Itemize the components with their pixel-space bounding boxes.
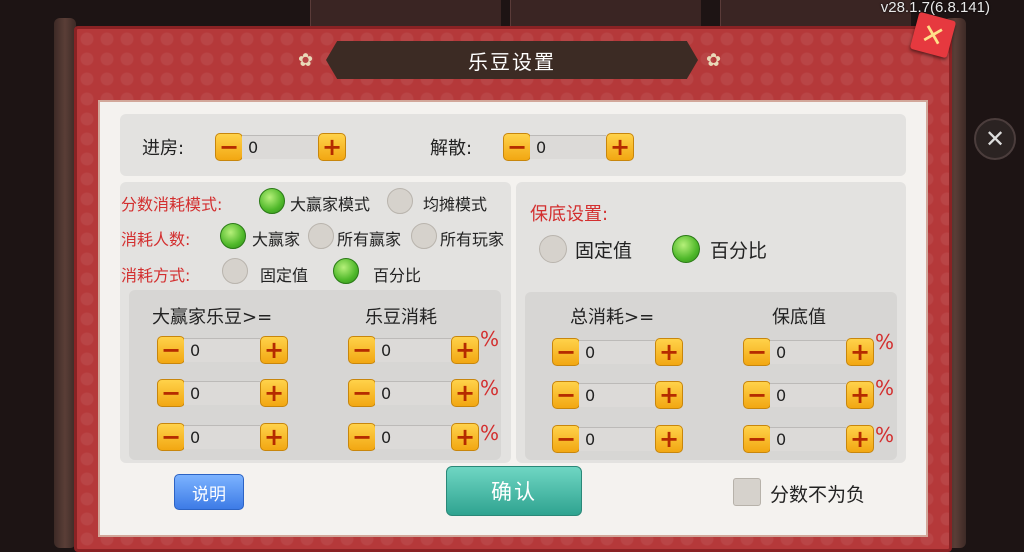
- score-mode-radio-winner[interactable]: [259, 188, 285, 214]
- dismiss-value-field[interactable]: 0: [530, 135, 606, 159]
- threshold-field[interactable]: 0: [184, 425, 260, 449]
- guarantee-radio-fixed[interactable]: [539, 235, 567, 263]
- close-icon: ✕: [917, 16, 949, 54]
- floor-field[interactable]: 0: [770, 340, 846, 364]
- score-mode-option-split: 均摊模式: [423, 195, 488, 214]
- percent-sign: %: [875, 376, 895, 400]
- percent-sign: %: [480, 421, 500, 445]
- confirm-button[interactable]: 确认: [446, 466, 582, 516]
- dismiss-label: 解散:: [430, 138, 473, 159]
- plus-button[interactable]: +: [451, 379, 479, 407]
- title-ornament-left-icon: ✿: [298, 50, 314, 71]
- count-option-all-winners: 所有赢家: [337, 230, 402, 249]
- plus-button[interactable]: +: [260, 423, 288, 451]
- total-field[interactable]: 0: [579, 340, 655, 364]
- plus-button[interactable]: +: [846, 338, 874, 366]
- count-label: 消耗人数:: [121, 230, 191, 249]
- threshold-field[interactable]: 0: [184, 381, 260, 405]
- plus-button[interactable]: +: [260, 379, 288, 407]
- total-field[interactable]: 0: [579, 383, 655, 407]
- minus-button[interactable]: −: [743, 425, 771, 453]
- method-option-percent: 百分比: [373, 266, 422, 285]
- floor-field[interactable]: 0: [770, 427, 846, 451]
- minus-button[interactable]: −: [157, 423, 185, 451]
- floor-field[interactable]: 0: [770, 383, 846, 407]
- enter-value-field[interactable]: 0: [242, 135, 318, 159]
- dismiss-minus-button[interactable]: −: [503, 133, 531, 161]
- scroll-roll-left: [54, 18, 76, 548]
- guarantee-label: 保底设置:: [530, 204, 609, 225]
- plus-button[interactable]: +: [451, 423, 479, 451]
- score-mode-label: 分数消耗模式:: [121, 195, 223, 214]
- background-close-icon[interactable]: ✕: [974, 118, 1016, 160]
- minus-button[interactable]: −: [157, 379, 185, 407]
- count-radio-winner[interactable]: [220, 223, 246, 249]
- minus-button[interactable]: −: [552, 425, 580, 453]
- guarantee-radio-percent[interactable]: [672, 235, 700, 263]
- col-header-total-cost: 总消耗>=: [570, 307, 655, 328]
- method-radio-percent[interactable]: [333, 258, 359, 284]
- minus-button[interactable]: −: [348, 423, 376, 451]
- plus-button[interactable]: +: [260, 336, 288, 364]
- minus-button[interactable]: −: [743, 338, 771, 366]
- plus-button[interactable]: +: [655, 381, 683, 409]
- total-field[interactable]: 0: [579, 427, 655, 451]
- method-label: 消耗方式:: [121, 266, 191, 285]
- threshold-field[interactable]: 0: [184, 338, 260, 362]
- percent-sign: %: [875, 330, 895, 354]
- method-radio-fixed[interactable]: [222, 258, 248, 284]
- enter-plus-button[interactable]: +: [318, 133, 346, 161]
- cost-field[interactable]: 0: [375, 381, 451, 405]
- guarantee-option-percent: 百分比: [710, 240, 768, 262]
- percent-sign: %: [480, 376, 500, 400]
- cost-field[interactable]: 0: [375, 338, 451, 362]
- score-mode-radio-split[interactable]: [387, 188, 413, 214]
- minus-button[interactable]: −: [348, 379, 376, 407]
- dialog-title: 乐豆设置: [326, 41, 698, 79]
- minus-button[interactable]: −: [552, 338, 580, 366]
- enter-label: 进房:: [142, 138, 185, 159]
- percent-sign: %: [480, 327, 500, 351]
- plus-button[interactable]: +: [655, 425, 683, 453]
- score-mode-option-winner: 大赢家模式: [290, 195, 371, 214]
- title-ornament-right-icon: ✿: [706, 50, 722, 71]
- method-option-fixed: 固定值: [260, 266, 309, 285]
- count-radio-all-players[interactable]: [411, 223, 437, 249]
- count-option-winner: 大赢家: [252, 230, 301, 249]
- col-header-winner-beans: 大赢家乐豆>=: [152, 307, 273, 328]
- guarantee-option-fixed: 固定值: [575, 240, 633, 262]
- plus-button[interactable]: +: [846, 381, 874, 409]
- cost-field[interactable]: 0: [375, 425, 451, 449]
- col-header-floor-value: 保底值: [772, 307, 826, 328]
- count-option-all-players: 所有玩家: [440, 230, 505, 249]
- col-header-bean-cost: 乐豆消耗: [365, 307, 437, 328]
- nonnegative-label: 分数不为负: [770, 484, 866, 506]
- nonnegative-checkbox[interactable]: [733, 478, 761, 506]
- percent-sign: %: [875, 423, 895, 447]
- plus-button[interactable]: +: [451, 336, 479, 364]
- plus-button[interactable]: +: [846, 425, 874, 453]
- dismiss-plus-button[interactable]: +: [606, 133, 634, 161]
- version-label: v28.1.7(6.8.141): [880, 0, 990, 16]
- help-button[interactable]: 说明: [174, 474, 244, 510]
- minus-button[interactable]: −: [157, 336, 185, 364]
- enter-minus-button[interactable]: −: [215, 133, 243, 161]
- minus-button[interactable]: −: [348, 336, 376, 364]
- minus-button[interactable]: −: [552, 381, 580, 409]
- count-radio-all-winners[interactable]: [308, 223, 334, 249]
- minus-button[interactable]: −: [743, 381, 771, 409]
- plus-button[interactable]: +: [655, 338, 683, 366]
